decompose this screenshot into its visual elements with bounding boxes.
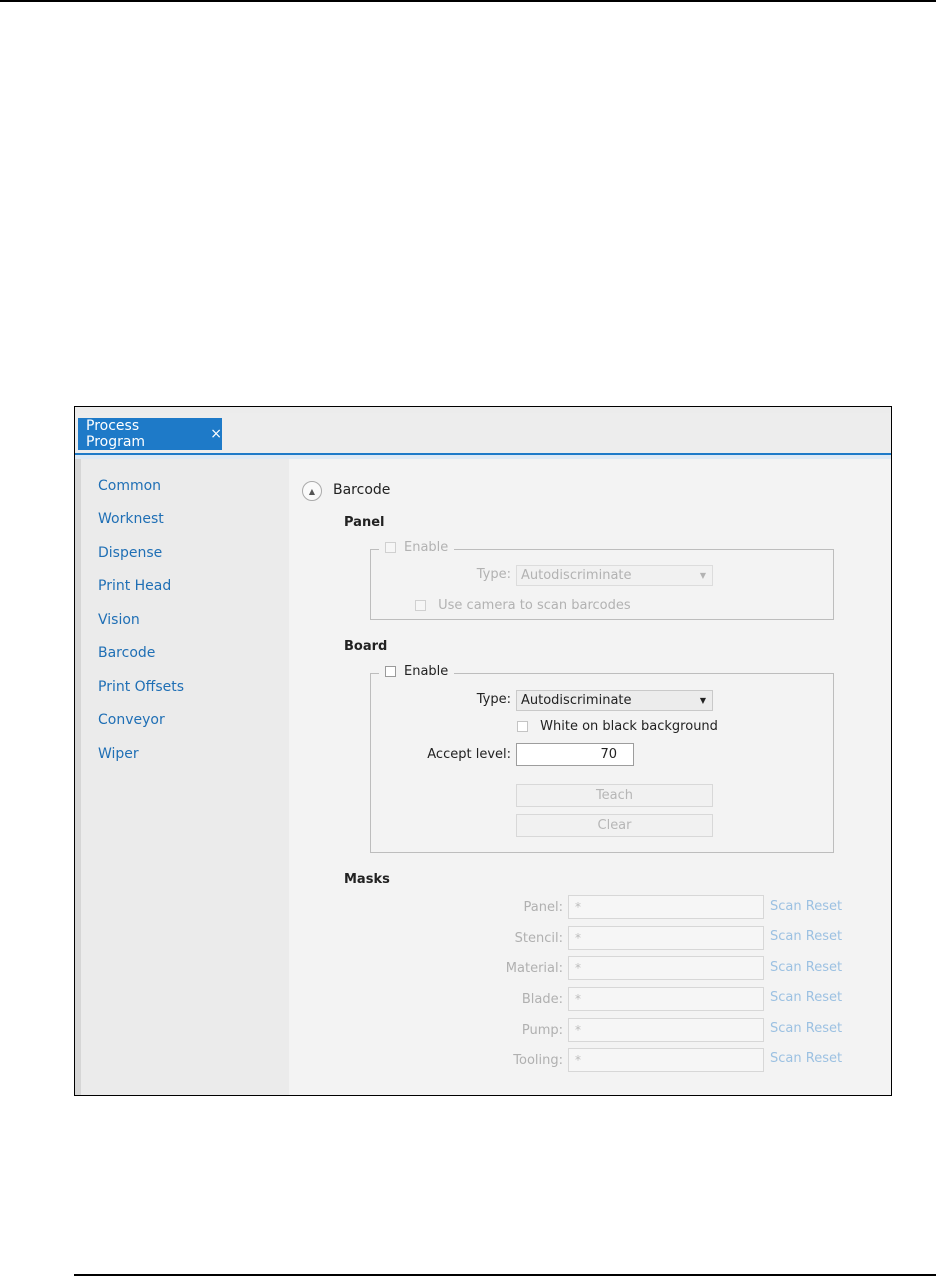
- panel-group-title: Panel: [344, 515, 385, 530]
- checkbox-icon: [517, 721, 528, 732]
- mask-material-input[interactable]: *: [568, 956, 764, 980]
- chevron-down-icon: ▼: [699, 571, 706, 580]
- mask-pump-reset-link[interactable]: Reset: [806, 1021, 842, 1036]
- board-white-checkbox[interactable]: White on black background: [517, 719, 718, 734]
- mask-pump-actions: Scan Reset: [770, 1021, 842, 1036]
- board-accept-label: Accept level:: [427, 747, 511, 762]
- mask-pump-input[interactable]: *: [568, 1018, 764, 1042]
- sidebar-item-conveyor[interactable]: Conveyor: [98, 712, 165, 728]
- app-window: Process Program × Common Worknest Dispen…: [74, 406, 892, 1096]
- board-enable-label: Enable: [404, 664, 449, 679]
- board-groupbox: Enable Type: Autodiscriminate ▼ White on…: [370, 664, 834, 853]
- mask-material-scan-link[interactable]: Scan: [770, 960, 802, 975]
- mask-stencil-reset-link[interactable]: Reset: [806, 929, 842, 944]
- panel-camera-checkbox[interactable]: Use camera to scan barcodes: [415, 598, 631, 613]
- sidebar-item-print-head[interactable]: Print Head: [98, 578, 171, 594]
- panel-type-label: Type:: [476, 567, 511, 582]
- sidebar-item-common[interactable]: Common: [98, 478, 161, 494]
- sidebar-item-print-offsets[interactable]: Print Offsets: [98, 679, 184, 695]
- sidebar-item-vision[interactable]: Vision: [98, 612, 140, 628]
- sidebar-item-wiper[interactable]: Wiper: [98, 746, 139, 762]
- clear-button[interactable]: Clear: [516, 814, 713, 837]
- board-type-label: Type:: [476, 692, 511, 707]
- mask-blade-actions: Scan Reset: [770, 990, 842, 1005]
- board-enable-checkbox[interactable]: Enable: [379, 664, 455, 679]
- chevron-down-icon: ▼: [699, 696, 706, 705]
- board-type-select[interactable]: Autodiscriminate ▼: [516, 690, 713, 711]
- mask-blade-scan-link[interactable]: Scan: [770, 990, 802, 1005]
- mask-blade-reset-link[interactable]: Reset: [806, 990, 842, 1005]
- mask-material-reset-link[interactable]: Reset: [806, 960, 842, 975]
- mask-pump-scan-link[interactable]: Scan: [770, 1021, 802, 1036]
- panel-enable-checkbox[interactable]: Enable: [379, 540, 455, 555]
- mask-material-actions: Scan Reset: [770, 960, 842, 975]
- mask-blade-input[interactable]: *: [568, 987, 764, 1011]
- board-accept-input[interactable]: 70: [516, 743, 634, 766]
- close-icon[interactable]: ×: [210, 426, 222, 442]
- collapse-icon[interactable]: ▲: [302, 481, 322, 501]
- mask-stencil-input[interactable]: *: [568, 926, 764, 950]
- tab-bar: Process Program ×: [75, 413, 891, 455]
- mask-panel-scan-link[interactable]: Scan: [770, 899, 802, 914]
- section-title: Barcode: [333, 482, 391, 498]
- mask-panel-input[interactable]: *: [568, 895, 764, 919]
- mask-panel-label: Panel:: [523, 900, 563, 915]
- board-group-title: Board: [344, 639, 388, 654]
- sidebar-item-worknest[interactable]: Worknest: [98, 511, 164, 527]
- mask-tooling-reset-link[interactable]: Reset: [806, 1051, 842, 1066]
- panel-groupbox: Enable Type: Autodiscriminate ▼ Use came…: [370, 540, 834, 620]
- checkbox-icon: [385, 542, 396, 553]
- document-top-rule: [0, 0, 936, 2]
- mask-material-label: Material:: [505, 961, 563, 976]
- mask-stencil-label: Stencil:: [514, 931, 563, 946]
- tab-process-program[interactable]: Process Program ×: [78, 418, 222, 450]
- mask-panel-actions: Scan Reset: [770, 899, 842, 914]
- main-content: ▲ Barcode Panel Enable Type: Autodiscrim…: [289, 459, 891, 1095]
- mask-pump-label: Pump:: [521, 1023, 563, 1038]
- board-type-value: Autodiscriminate: [521, 693, 632, 708]
- checkbox-icon: [385, 666, 396, 677]
- board-white-label: White on black background: [540, 719, 718, 734]
- sidebar-item-dispense[interactable]: Dispense: [98, 545, 162, 561]
- panel-type-value: Autodiscriminate: [521, 568, 632, 583]
- mask-blade-label: Blade:: [521, 992, 563, 1007]
- teach-button[interactable]: Teach: [516, 784, 713, 807]
- mask-panel-reset-link[interactable]: Reset: [806, 899, 842, 914]
- panel-enable-label: Enable: [404, 540, 449, 555]
- mask-stencil-scan-link[interactable]: Scan: [770, 929, 802, 944]
- mask-tooling-actions: Scan Reset: [770, 1051, 842, 1066]
- masks-group-title: Masks: [344, 872, 390, 887]
- panel-camera-label: Use camera to scan barcodes: [438, 598, 631, 613]
- mask-tooling-label: Tooling:: [513, 1053, 563, 1068]
- sidebar-item-barcode[interactable]: Barcode: [98, 645, 155, 661]
- sidebar: Common Worknest Dispense Print Head Visi…: [81, 459, 289, 1095]
- checkbox-icon: [415, 600, 426, 611]
- mask-stencil-actions: Scan Reset: [770, 929, 842, 944]
- panel-type-select[interactable]: Autodiscriminate ▼: [516, 565, 713, 586]
- tab-label: Process Program: [86, 418, 146, 450]
- mask-tooling-input[interactable]: *: [568, 1048, 764, 1072]
- document-bottom-rule: [74, 1274, 936, 1276]
- mask-tooling-scan-link[interactable]: Scan: [770, 1051, 802, 1066]
